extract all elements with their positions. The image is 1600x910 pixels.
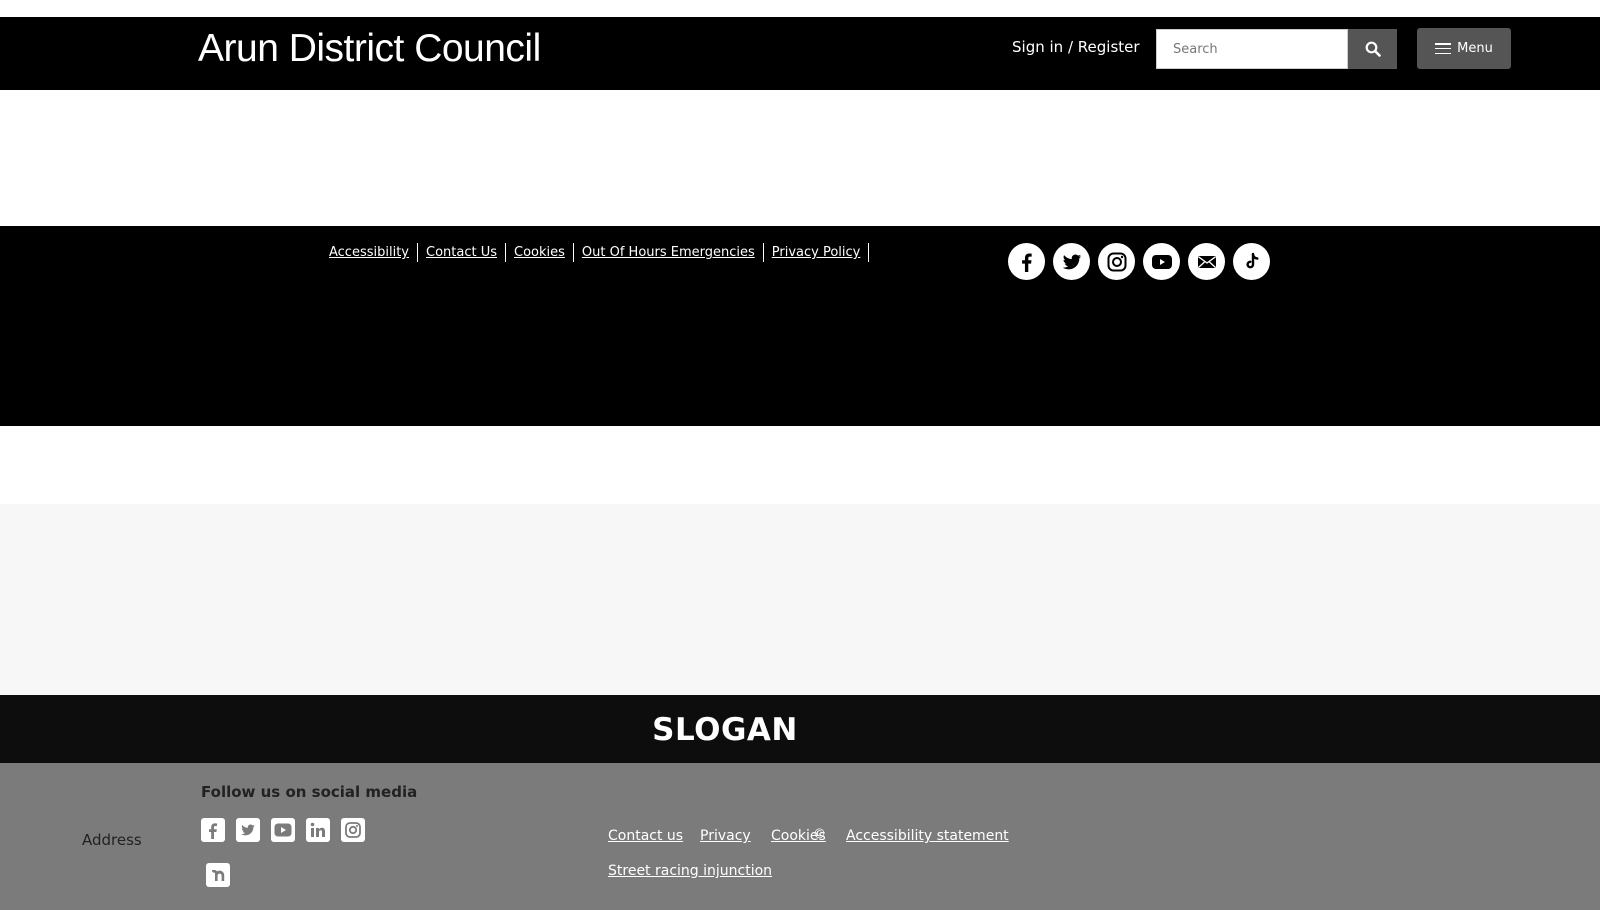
auth-separator: / — [1067, 38, 1074, 56]
auth-links: Sign in / Register — [1012, 38, 1140, 56]
facebook-icon[interactable] — [201, 818, 225, 842]
follow-heading: Follow us on social media — [201, 783, 418, 801]
menu-button[interactable]: Menu — [1417, 28, 1511, 69]
footer-social-icons — [1008, 243, 1270, 280]
copyright-symbol: © — [813, 827, 826, 842]
footer-link-contact-us[interactable]: Contact Us — [418, 243, 506, 262]
email-icon[interactable] — [1188, 243, 1225, 280]
bottom-link-contact-us[interactable]: Contact us — [608, 828, 683, 844]
instagram-icon[interactable] — [341, 818, 365, 842]
youtube-icon[interactable] — [271, 818, 295, 842]
menu-label: Menu — [1457, 41, 1493, 56]
facebook-icon[interactable] — [1008, 243, 1045, 280]
twitter-icon[interactable] — [1053, 243, 1090, 280]
hamburger-icon — [1435, 43, 1452, 54]
bottom-social-icons — [201, 818, 365, 842]
nextdoor-icon[interactable] — [206, 863, 230, 887]
register-link[interactable]: Register — [1078, 38, 1140, 56]
site-title[interactable]: Arun District Council — [198, 27, 541, 71]
address-label: Address — [82, 831, 142, 849]
instagram-icon[interactable] — [1098, 243, 1135, 280]
slogan-text: SLOGAN — [652, 712, 798, 748]
search-form — [1156, 29, 1397, 69]
footer-link-out-of-hours[interactable]: Out Of Hours Emergencies — [574, 243, 764, 262]
footer-links: Accessibility Contact Us Cookies Out Of … — [329, 243, 870, 262]
bottom-link-street-racing[interactable]: Street racing injunction — [608, 863, 772, 879]
twitter-icon[interactable] — [236, 818, 260, 842]
youtube-icon[interactable] — [1143, 243, 1180, 280]
bottom-footer: Follow us on social media Address Contac… — [0, 763, 1600, 910]
bottom-link-privacy[interactable]: Privacy — [700, 828, 751, 844]
signin-link[interactable]: Sign in — [1012, 38, 1063, 56]
site-header: Arun District Council Sign in / Register… — [0, 17, 1600, 90]
footer-band: Accessibility Contact Us Cookies Out Of … — [0, 226, 1600, 426]
content-panel — [0, 504, 1600, 695]
slogan-bar: SLOGAN — [0, 695, 1600, 763]
bottom-link-accessibility-statement[interactable]: Accessibility statement — [846, 828, 1009, 844]
search-input[interactable] — [1156, 29, 1348, 69]
footer-link-cookies[interactable]: Cookies — [506, 243, 574, 262]
linkedin-icon[interactable] — [306, 818, 330, 842]
tiktok-icon[interactable] — [1233, 243, 1270, 280]
search-icon — [1365, 41, 1381, 57]
search-button[interactable] — [1348, 29, 1397, 69]
footer-link-accessibility[interactable]: Accessibility — [329, 243, 418, 262]
footer-link-privacy-policy[interactable]: Privacy Policy — [764, 243, 870, 262]
